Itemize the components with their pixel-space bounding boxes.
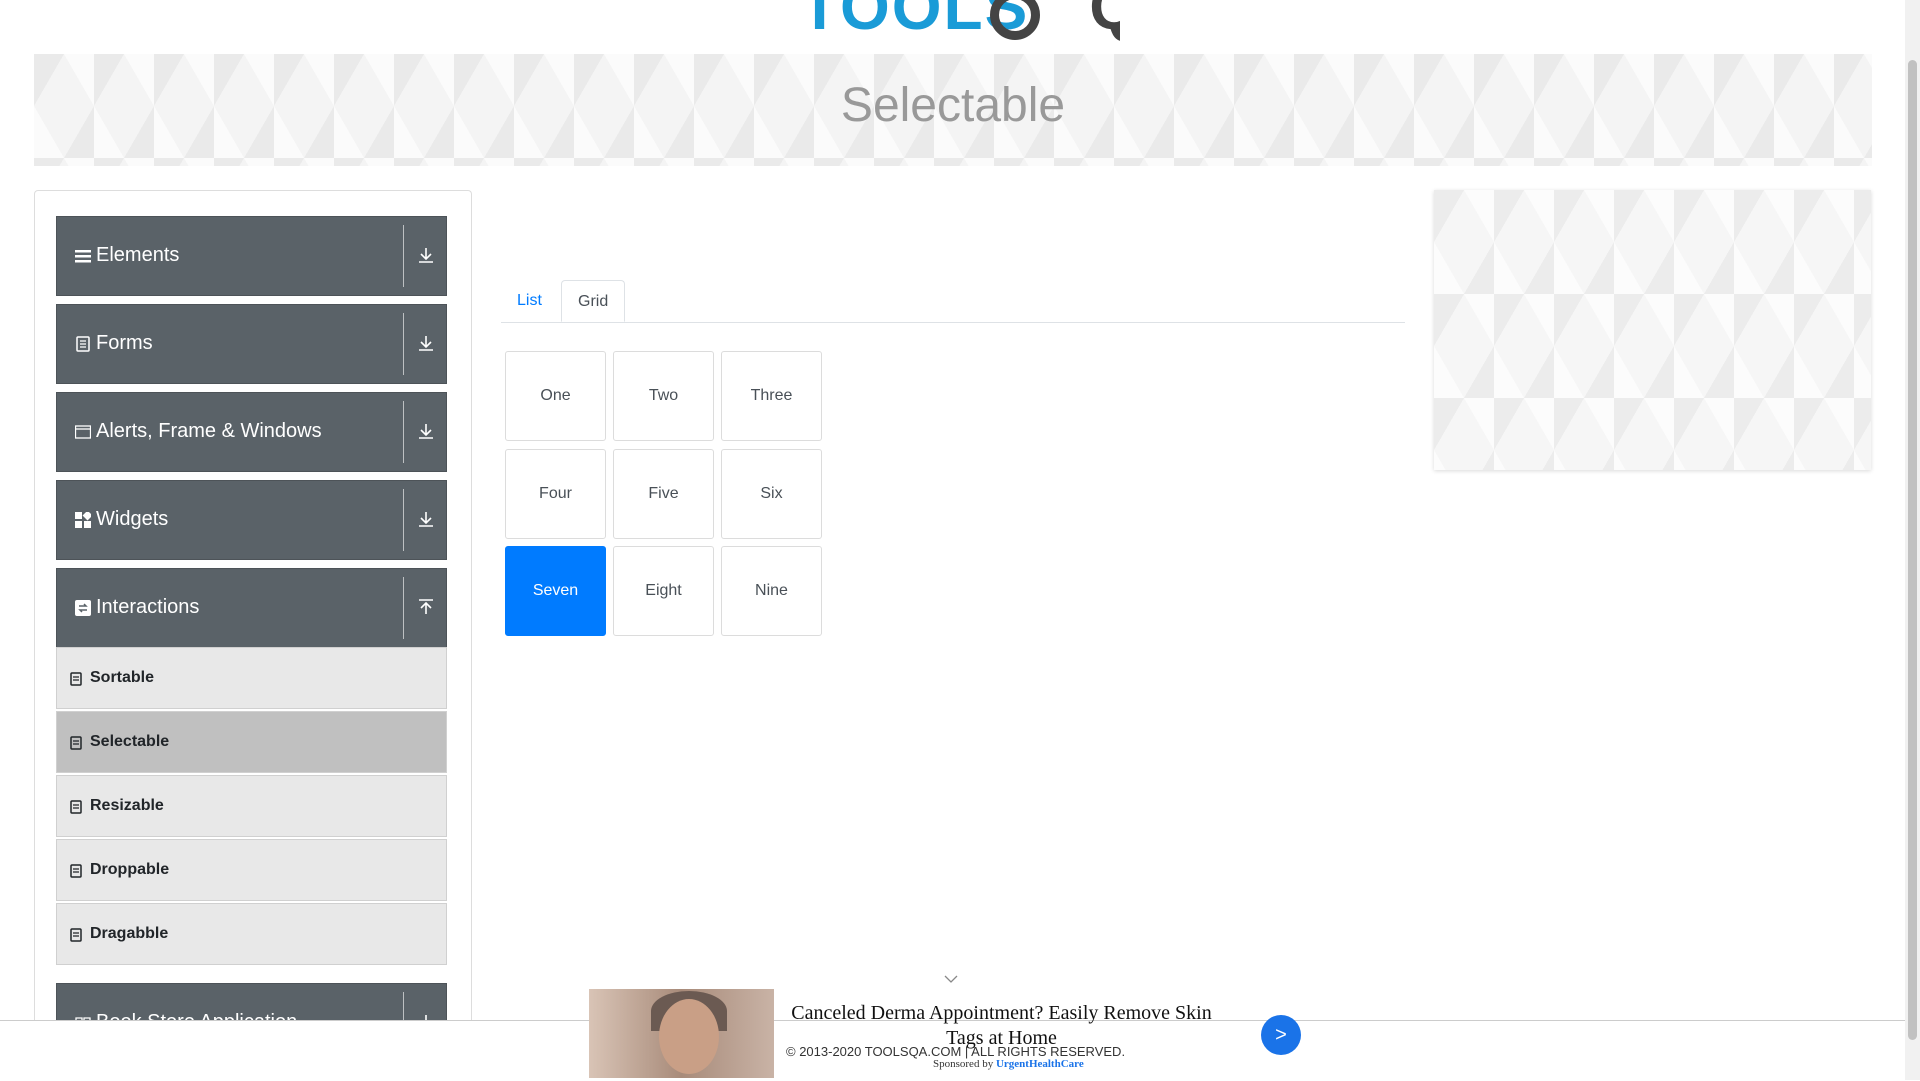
divider [403,225,404,287]
download-arrow-icon [419,336,433,351]
divider [403,313,404,375]
ad-headline[interactable]: Canceled Derma Appointment? Easily Remov… [789,1001,1214,1051]
ad-go-button[interactable]: > [1261,1015,1301,1055]
sidebar-item-sortable[interactable]: Sortable [56,647,447,709]
window-icon [75,425,91,439]
download-arrow-icon [419,248,433,263]
ad-placeholder [520,195,1220,265]
item-icon [70,672,82,686]
grid-cell[interactable]: Five [613,449,714,539]
ad-image-face [659,999,719,1074]
sidebar-group-interactions[interactable]: Interactions [56,568,447,648]
sidebar-group-elements[interactable]: Elements [56,216,447,296]
page-banner: Selectable [34,54,1872,166]
scrollbar-thumb[interactable] [1908,60,1917,1040]
logo-part-qa: QA [1089,0,1120,43]
sidebar-item-label: Selectable [90,733,170,750]
divider [403,489,404,551]
interactions-icon [75,600,91,616]
sidebar-item-droppable[interactable]: Droppable [56,839,447,901]
grid-cell[interactable]: Eight [613,546,714,636]
sidebar-item-label: Resizable [90,797,164,814]
sidebar-group-label: Forms [96,332,153,354]
grid-cell-selected[interactable]: Seven [505,546,606,636]
divider [403,577,404,639]
document-icon [76,336,90,352]
widgets-icon [75,512,91,528]
sidebar-item-selectable[interactable]: Selectable [56,711,447,773]
sidebar-item-label: Sortable [90,669,155,686]
download-arrow-icon [419,424,433,439]
tab-grid[interactable]: Grid [561,280,625,322]
item-icon [70,800,82,814]
grid-cell[interactable]: One [505,351,606,441]
chevron-down-icon[interactable] [944,972,958,986]
divider [403,401,404,463]
sidebar-group-label: Alerts, Frame & Windows [96,420,322,442]
ad-sponsor-name[interactable]: UrgentHealthCare [996,1058,1084,1070]
sidebar-group-label: Elements [96,244,180,266]
menu-icon [75,250,91,263]
upload-arrow-icon [419,599,433,614]
page-scrollbar[interactable] [1905,0,1920,1080]
toolsqa-logo[interactable]: TOOLSQA [800,0,1120,44]
sidebar-group-label: Widgets [96,508,169,530]
sidebar: Elements Forms Alerts, Frame & Windows W… [34,190,472,1081]
bottom-ad-banner[interactable]: Canceled Derma Appointment? Easily Remov… [589,989,1309,1078]
logo-text: TOOLSQA [800,0,1120,44]
grid-cell[interactable]: Three [721,351,822,441]
sidebar-item-dragabble[interactable]: Dragabble [56,903,447,965]
sidebar-group-forms[interactable]: Forms [56,304,447,384]
grid-cell[interactable]: Two [613,351,714,441]
ad-image[interactable] [589,989,774,1078]
selectable-tabs: List Grid [501,280,1405,323]
grid-cell[interactable]: Nine [721,546,822,636]
sidebar-item-label: Droppable [90,861,170,878]
sidebar-item-resizable[interactable]: Resizable [56,775,447,837]
ad-sponsor-line: Sponsored by UrgentHealthCare [933,1058,1084,1070]
item-icon [70,864,82,878]
right-ad-box [1434,190,1871,470]
download-arrow-icon [419,512,433,527]
item-icon [70,928,82,942]
tab-list[interactable]: List [501,280,558,322]
sidebar-group-widgets[interactable]: Widgets [56,480,447,560]
grid-cell[interactable]: Six [721,449,822,539]
sidebar-group-alerts[interactable]: Alerts, Frame & Windows [56,392,447,472]
page-title: Selectable [840,79,1066,132]
sidebar-group-label: Interactions [96,596,200,618]
item-icon [70,736,82,750]
ad-sponsored-by: Sponsored by [933,1058,994,1070]
grid-cell[interactable]: Four [505,449,606,539]
sidebar-item-label: Dragabble [90,925,169,942]
